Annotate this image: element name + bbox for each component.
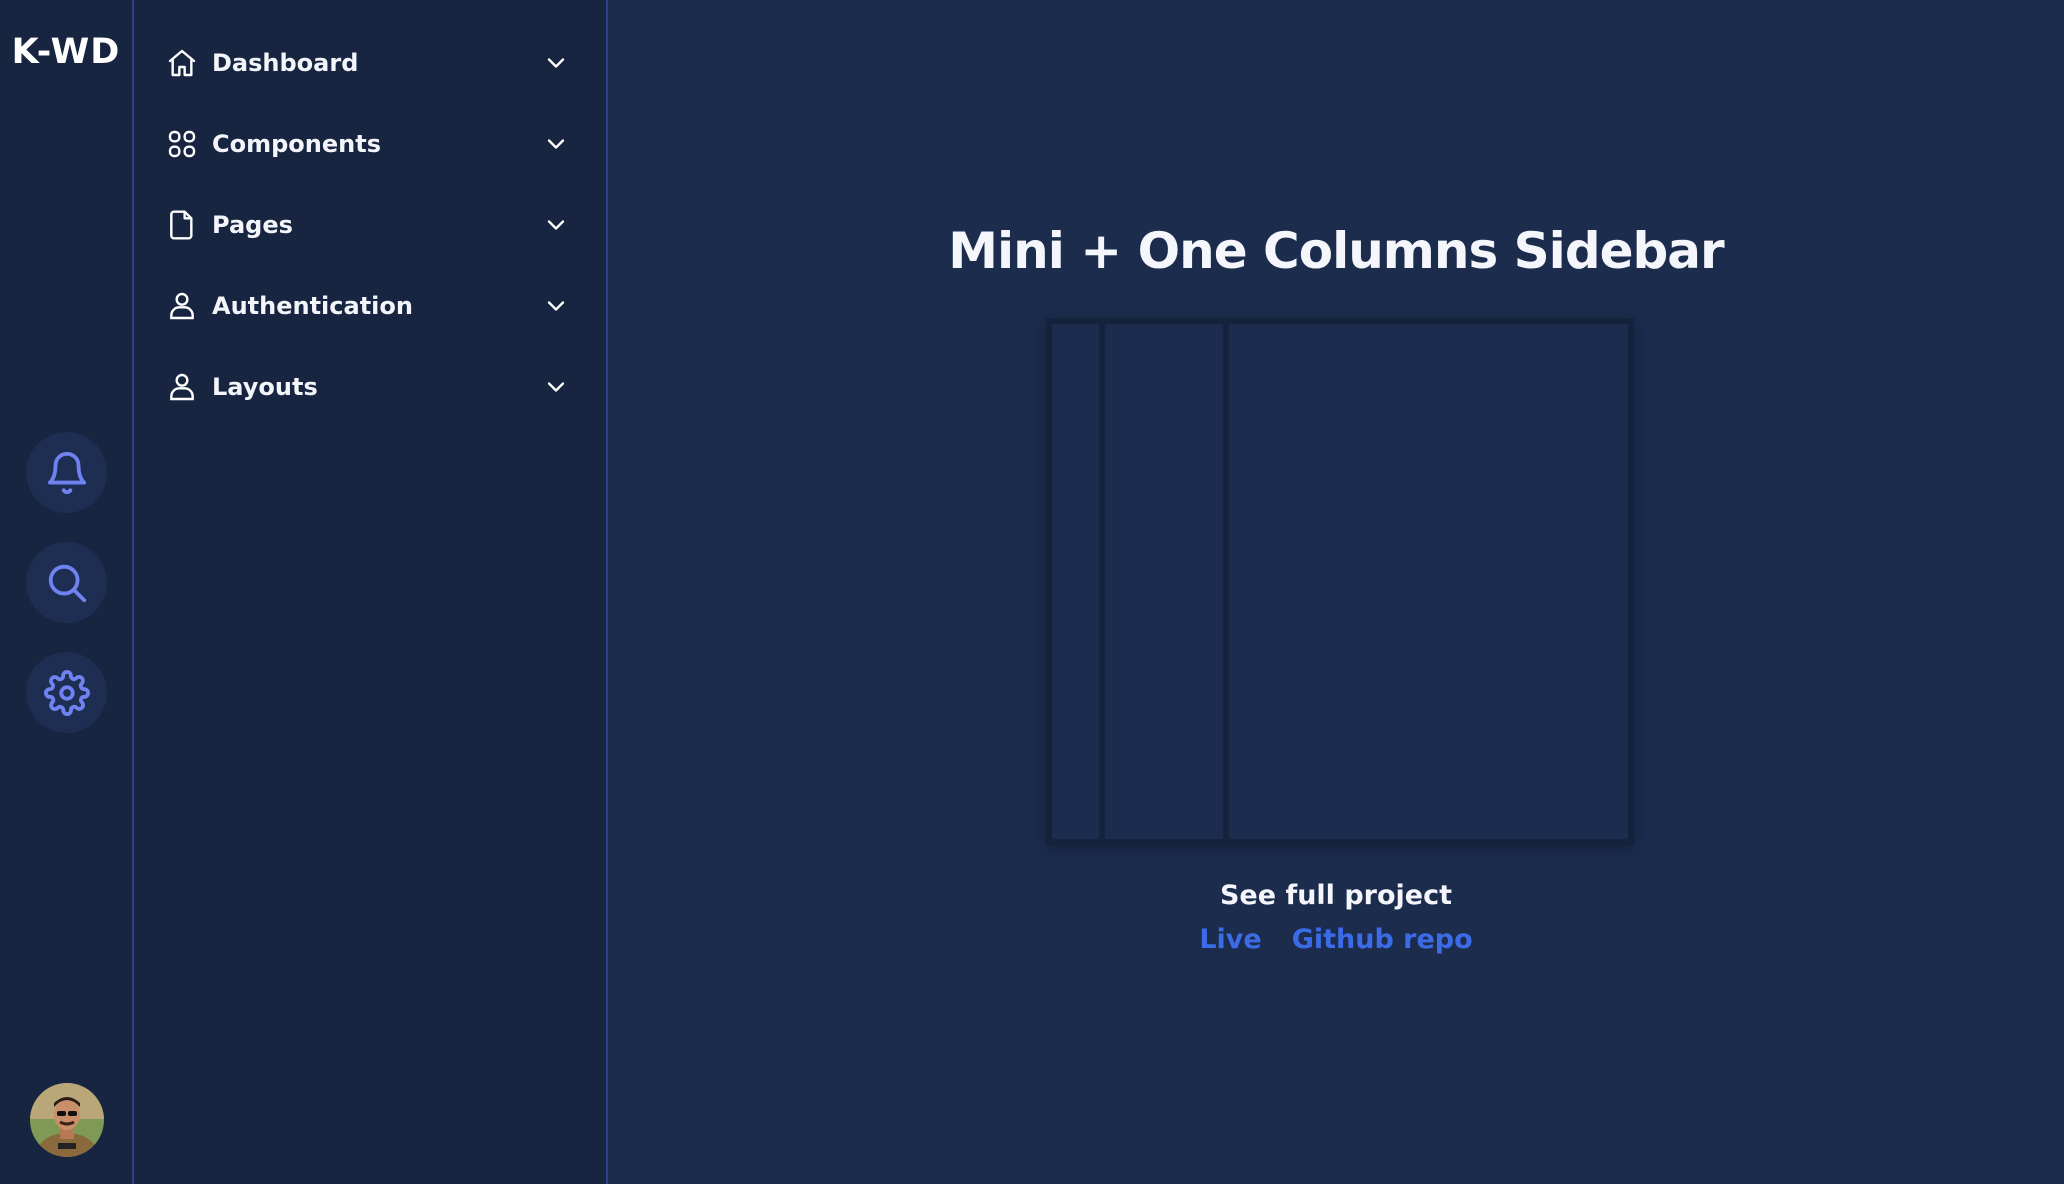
chevron-down-icon [547, 301, 565, 311]
file-icon [170, 210, 193, 240]
chevron-down-icon [547, 382, 565, 392]
bell-icon [47, 451, 86, 494]
user-icon [170, 292, 194, 320]
main-content: Mini + One Columns Sidebar See full proj… [608, 0, 2064, 1184]
gear-icon [43, 669, 90, 716]
settings-button[interactable] [26, 652, 107, 733]
mini-sidebar: K-WD [0, 0, 134, 1184]
see-full-project-label: See full project [1219, 880, 1453, 911]
nav-item-pages[interactable]: Pages [164, 197, 584, 253]
preview-content-area [1229, 324, 1628, 839]
nav-item-label: Layouts [212, 373, 318, 401]
layout-preview [1046, 318, 1634, 845]
search-button[interactable] [26, 542, 107, 623]
nav-item-label: Pages [212, 211, 293, 239]
nav-item-dashboard[interactable]: Dashboard [164, 35, 584, 91]
chevron-down-icon [547, 220, 565, 230]
nav-item-label: Dashboard [212, 49, 359, 77]
live-link[interactable]: Live [1199, 924, 1261, 955]
chevron-down-icon [547, 58, 565, 68]
nav-sidebar: Dashboard Components Pages Authenticatio… [134, 0, 608, 1184]
nav-item-components[interactable]: Components [164, 116, 584, 172]
avatar[interactable] [30, 1083, 104, 1157]
project-links: Live Github repo [608, 924, 2064, 955]
avatar-image [30, 1083, 104, 1157]
chevron-down-icon [547, 139, 565, 149]
nav-item-layouts[interactable]: Layouts [164, 359, 584, 415]
preview-sidebar-column [1105, 324, 1223, 839]
home-icon [168, 49, 196, 77]
nav-item-authentication[interactable]: Authentication [164, 278, 584, 334]
notifications-button[interactable] [26, 432, 107, 513]
github-repo-link[interactable]: Github repo [1292, 924, 1473, 955]
grid-icon [168, 130, 196, 158]
search-icon [48, 564, 86, 602]
user-icon [170, 373, 194, 401]
page-title: Mini + One Columns Sidebar [948, 222, 1724, 280]
nav-item-label: Components [212, 130, 381, 158]
nav-item-label: Authentication [212, 292, 413, 320]
preview-mini-column [1052, 324, 1099, 839]
logo[interactable]: K-WD [0, 32, 132, 72]
